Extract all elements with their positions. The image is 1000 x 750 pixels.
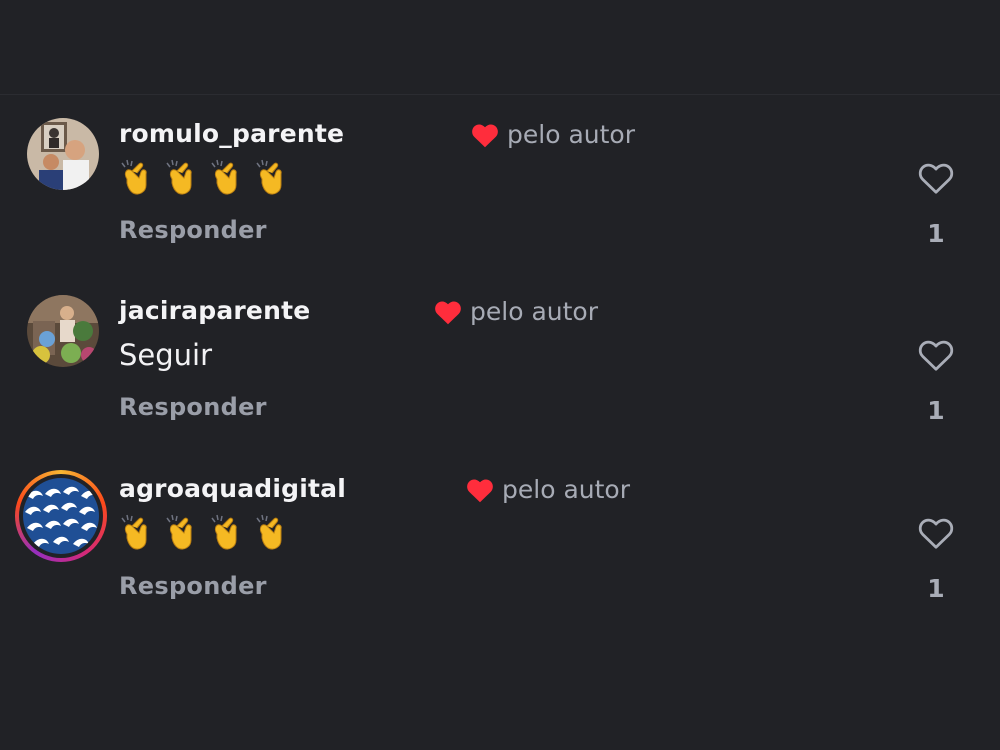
- comment-username[interactable]: agroaquadigital: [119, 474, 346, 503]
- avatar-photo: [27, 118, 99, 190]
- story-ring-avatar[interactable]: [15, 470, 107, 562]
- comments-screen: romulo_parente pelo autor Responder 1 ja…: [0, 0, 1000, 750]
- comment-body: [119, 514, 291, 556]
- like-count: 1: [927, 396, 945, 425]
- author-like-indicator: pelo autor: [434, 297, 598, 326]
- clapping-emoji-icon: [209, 514, 246, 556]
- author-like-label: pelo autor: [470, 297, 598, 326]
- author-like-label: pelo autor: [502, 475, 630, 504]
- top-bar-area: [0, 0, 1000, 94]
- comment-item: agroaquadigital pelo autor Responder 1: [0, 450, 1000, 603]
- comment-item: jaciraparente pelo autor Seguir Responde…: [0, 272, 1000, 425]
- heart-outline-icon[interactable]: [917, 338, 955, 372]
- reply-button[interactable]: Responder: [119, 216, 267, 244]
- heart-outline-icon[interactable]: [917, 161, 955, 195]
- heart-filled-icon: [435, 301, 461, 324]
- clapping-emoji-icon: [254, 159, 291, 201]
- author-like-indicator: pelo autor: [466, 475, 630, 504]
- like-count: 1: [927, 219, 945, 248]
- comment-username[interactable]: romulo_parente: [119, 119, 344, 148]
- avatar[interactable]: [27, 118, 99, 190]
- clapping-emoji-icon: [164, 514, 201, 556]
- comment-body: [119, 159, 291, 201]
- comment-item: romulo_parente pelo autor Responder 1: [0, 95, 1000, 248]
- heart-filled-icon: [472, 124, 498, 147]
- like-count: 1: [927, 574, 945, 603]
- heart-outline-icon[interactable]: [917, 516, 955, 550]
- comment-username[interactable]: jaciraparente: [119, 296, 310, 325]
- author-like-indicator: pelo autor: [471, 120, 635, 149]
- author-like-label: pelo autor: [507, 120, 635, 149]
- reply-button[interactable]: Responder: [119, 393, 267, 421]
- avatar-logo: [23, 478, 99, 554]
- clapping-emoji-icon: [164, 159, 201, 201]
- heart-filled-icon: [467, 479, 493, 502]
- clapping-emoji-icon: [209, 159, 246, 201]
- clapping-emoji-icon: [254, 514, 291, 556]
- clapping-emoji-icon: [119, 514, 156, 556]
- comment-text: Seguir: [119, 338, 213, 372]
- reply-button[interactable]: Responder: [119, 572, 267, 600]
- wave-logo-icon: [23, 478, 99, 554]
- avatar-photo: [27, 295, 99, 367]
- avatar[interactable]: [27, 295, 99, 367]
- clapping-emoji-icon: [119, 159, 156, 201]
